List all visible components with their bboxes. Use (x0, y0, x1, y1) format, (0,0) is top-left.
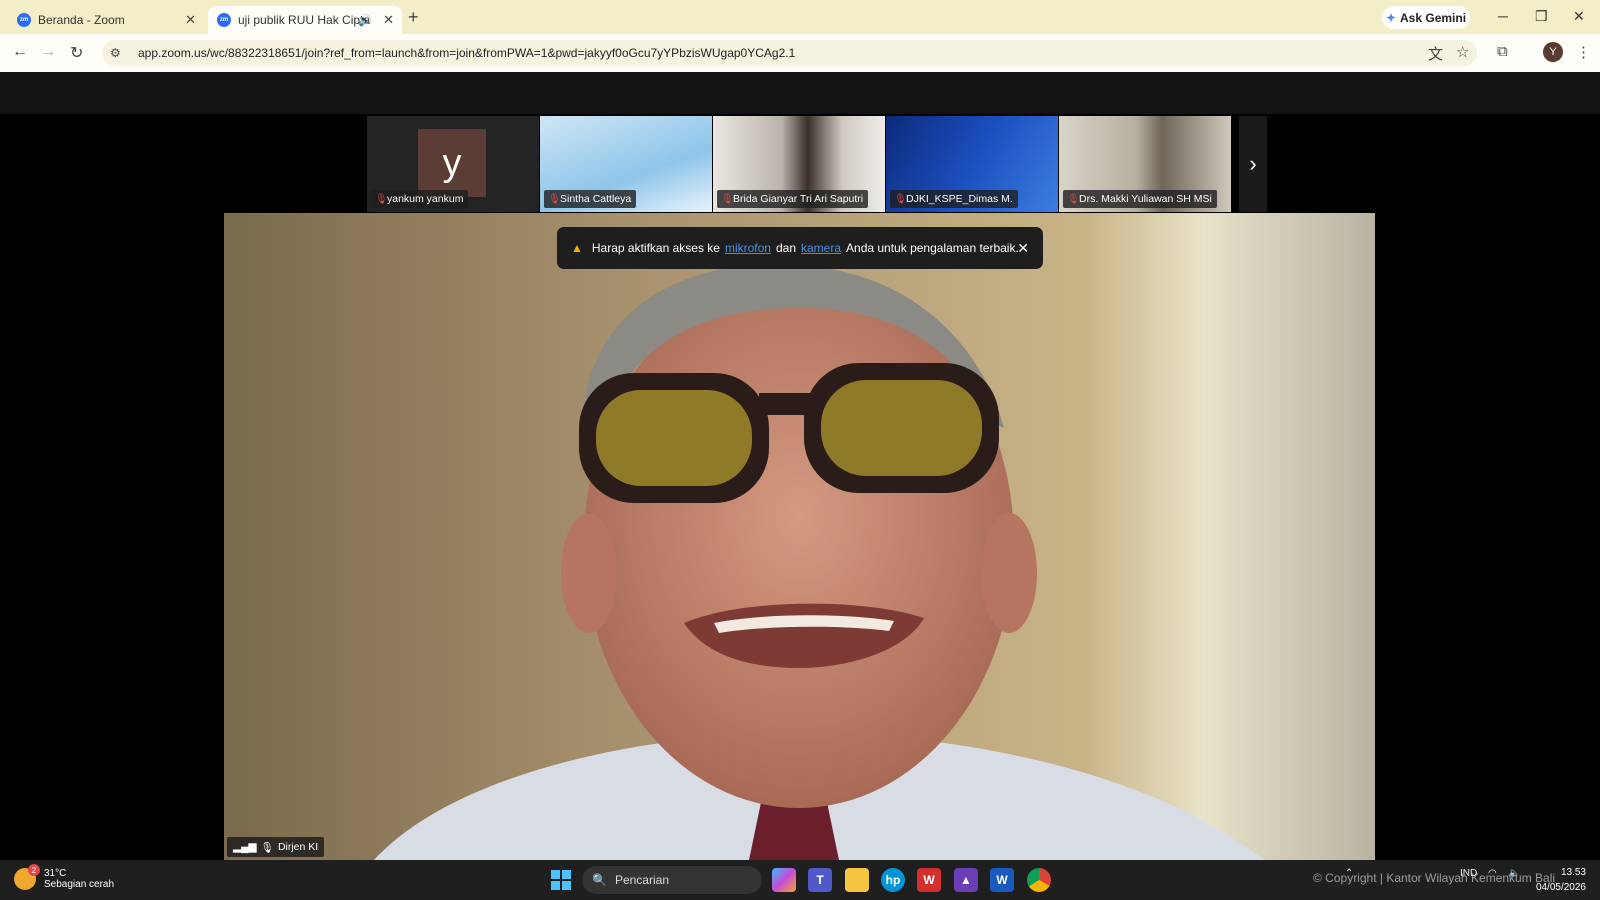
zoom-favicon-icon: zm (17, 13, 31, 27)
close-notice-icon[interactable]: ✕ (1017, 240, 1029, 257)
menu-icon[interactable]: ⋮ (1576, 43, 1591, 61)
warning-icon: ▲ (571, 241, 583, 255)
mic-muted-icon: 🎙 (1067, 193, 1080, 205)
chrome-icon[interactable] (1027, 868, 1051, 892)
speaker-video-frame (224, 213, 1375, 860)
show-hidden-icons-icon[interactable]: ⌃ (1345, 868, 1353, 879)
hp-icon[interactable]: hp (881, 868, 905, 892)
tab-title: uji publik RUU Hak Cipta (238, 13, 371, 27)
back-icon[interactable]: ← (12, 43, 28, 61)
forward-icon[interactable]: → (40, 43, 56, 61)
participant-tile[interactable]: y 🎙 yankum yankum (367, 116, 539, 212)
speaker-name-tag: ▂▄▆ 🎙 Dirjen KI (227, 837, 325, 857)
mic-muted-icon: 🎙 (375, 193, 388, 205)
browser-tab-bar: zm Beranda - Zoom ✕ zm uji publik RUU Ha… (0, 0, 1600, 34)
mic-muted-icon: 🎙 (548, 193, 561, 205)
windows-taskbar: 2 31°C Sebagian cerah 🔍 Pencarian T hp W… (0, 860, 1600, 900)
permission-notice-banner: ▲ Harap aktifkan akses ke mikrofon dan k… (557, 227, 1043, 269)
close-tab-icon[interactable]: ✕ (185, 12, 196, 28)
temperature: 31°C (44, 868, 67, 879)
search-icon: 🔍 (592, 873, 607, 887)
bookmark-star-icon[interactable]: ☆ (1456, 43, 1469, 61)
profile-avatar[interactable]: Y (1543, 42, 1563, 62)
word-icon[interactable]: W (990, 868, 1014, 892)
restore-icon[interactable]: ❐ (1535, 8, 1548, 25)
wps-office-icon[interactable]: W (917, 868, 941, 892)
clock-time: 13.53 (1560, 867, 1586, 878)
camera-link[interactable]: kamera (801, 241, 841, 255)
wifi-icon[interactable]: ◠ (1488, 868, 1497, 879)
tab-title: Beranda - Zoom (38, 13, 125, 27)
address-bar-row: ← → ↻ ⚙ app.zoom.us/wc/88322318651/join?… (0, 34, 1600, 72)
file-explorer-icon[interactable] (845, 868, 869, 892)
new-tab-icon[interactable]: + (408, 7, 419, 28)
next-page-chevron-icon[interactable]: › (1239, 116, 1267, 212)
signal-bars-icon: ▂▄▆ (233, 841, 257, 853)
active-speaker-video (224, 213, 1375, 860)
language-indicator[interactable]: IND (1460, 868, 1477, 879)
participant-name: 🎙 Sintha Cattleya (544, 190, 637, 208)
volume-icon[interactable]: 🔈 (1508, 868, 1520, 879)
mic-muted-icon: 🎙 (894, 193, 907, 205)
url-text: app.zoom.us/wc/88322318651/join?ref_from… (138, 46, 796, 60)
weather-sun-icon: 2 (14, 864, 40, 890)
windows-start-icon[interactable] (551, 870, 571, 890)
tab-beranda-zoom[interactable]: zm Beranda - Zoom ✕ (8, 6, 204, 34)
participant-gallery-strip: y 🎙 yankum yankum 🎙 Sintha Cattleya 🎙 Brida… (367, 116, 1233, 212)
tab-uji-publik[interactable]: zm uji publik RUU Hak Cipta 🔊 ✕ (208, 6, 402, 34)
close-tab-icon[interactable]: ✕ (383, 12, 394, 28)
participant-tile[interactable]: 🎙 DJKI_KSPE_Dimas M. (886, 116, 1058, 212)
close-window-icon[interactable]: ✕ (1573, 8, 1585, 25)
mic-muted-icon: 🎙 (721, 193, 734, 205)
zoom-top-bar (0, 72, 1600, 114)
app-icon[interactable]: ▲ (954, 868, 978, 892)
participant-tile[interactable]: 🎙 Sintha Cattleya (540, 116, 712, 212)
copilot-icon[interactable] (772, 868, 796, 892)
participant-tile[interactable]: 🎙 Brida Gianyar Tri Ari Saputri (713, 116, 885, 212)
system-clock[interactable]: 13.53 04/05/2026 (1530, 865, 1586, 895)
mic-muted-icon: 🎙 (260, 841, 274, 854)
site-settings-icon[interactable]: ⚙ (110, 46, 128, 60)
teams-icon[interactable]: T (808, 868, 832, 892)
weather-description: Sebagian cerah (44, 879, 115, 890)
participant-name: 🎙 DJKI_KSPE_Dimas M. (890, 190, 1018, 208)
ask-gemini-button[interactable]: ✦ Ask Gemini (1382, 6, 1470, 29)
zoom-favicon-icon: zm (217, 13, 231, 27)
microphone-link[interactable]: mikrofon (725, 241, 771, 255)
participant-name: 🎙 Brida Gianyar Tri Ari Saputri (717, 190, 869, 208)
reload-icon[interactable]: ↻ (70, 43, 83, 63)
speaker-icon[interactable]: 🔊 (358, 14, 372, 27)
weather-widget[interactable]: 2 31°C Sebagian cerah (14, 864, 115, 890)
participant-name: 🎙 Drs. Makki Yuliawan SH MSi (1063, 190, 1217, 208)
minimize-icon[interactable]: ─ (1498, 8, 1508, 24)
translate-icon[interactable]: 文 (1428, 43, 1443, 64)
gemini-spark-icon: ✦ (1385, 10, 1397, 25)
taskbar-search[interactable]: 🔍 Pencarian (582, 866, 762, 894)
avatar: y (418, 129, 486, 197)
clock-date: 04/05/2026 (1535, 882, 1586, 893)
tab-search-icon[interactable]: ⧉ (1497, 43, 1508, 60)
participant-name: 🎙 yankum yankum (371, 190, 469, 208)
participant-tile[interactable]: 🎙 Drs. Makki Yuliawan SH MSi (1059, 116, 1231, 212)
url-field[interactable]: ⚙ app.zoom.us/wc/88322318651/join?ref_fr… (102, 40, 1477, 66)
